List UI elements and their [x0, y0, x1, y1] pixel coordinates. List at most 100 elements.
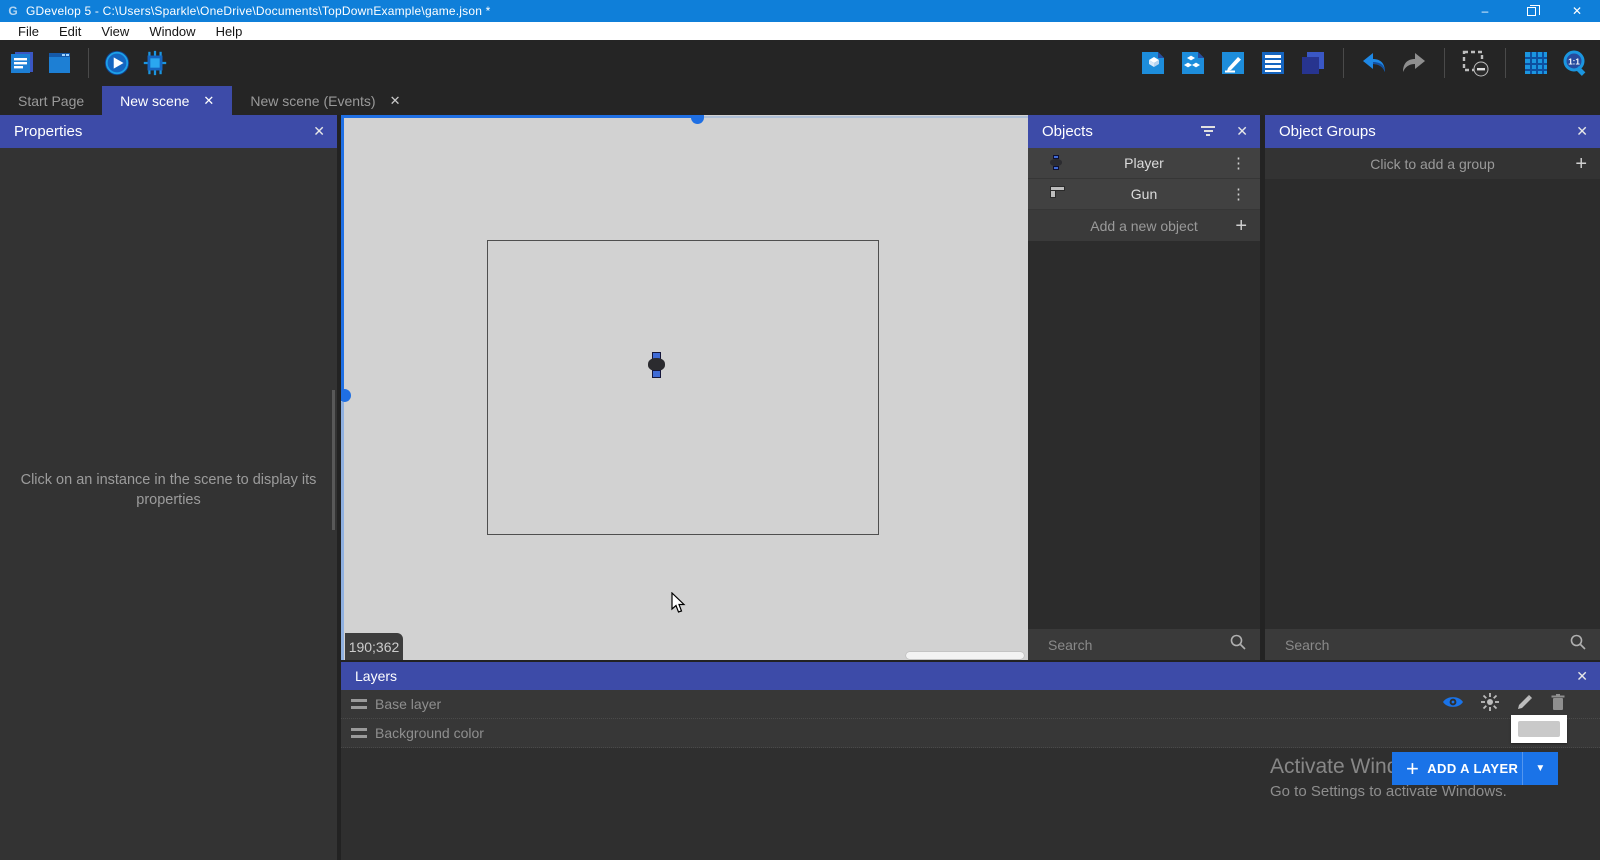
object-groups-panel: Object Groups ✕ Click to add a group + [1265, 115, 1600, 660]
start-page-icon[interactable] [46, 49, 74, 77]
background-color-swatch[interactable] [1511, 715, 1567, 743]
edit-pencil-icon[interactable] [1516, 693, 1534, 716]
layer-name: Base layer [375, 696, 441, 712]
tab-label: Start Page [18, 93, 84, 109]
vertical-scroll-thumb[interactable] [341, 389, 351, 402]
toolbar-separator [88, 48, 89, 78]
menu-edit[interactable]: Edit [49, 22, 91, 40]
scene-canvas[interactable]: 190;362 [341, 115, 1028, 660]
menu-file[interactable]: File [8, 22, 49, 40]
layer-row-base[interactable]: Base layer [341, 690, 1600, 719]
grid-icon[interactable] [1522, 49, 1550, 77]
add-object-label: Add a new object [1090, 218, 1197, 234]
plus-icon: + [1235, 216, 1247, 236]
restore-button[interactable] [1508, 0, 1554, 22]
objects-panel: Objects ✕ Player ⋮ Gun ⋮ Add a new objec… [1028, 115, 1260, 660]
zoom-1-1-icon[interactable]: 1:1 [1562, 49, 1590, 77]
layer-effects-icon[interactable] [1480, 692, 1500, 717]
cursor-coordinates: 190;362 [345, 633, 403, 660]
watermark-line2: Go to Settings to activate Windows. [1270, 783, 1507, 800]
layers-panel: Layers ✕ Base layer [341, 662, 1600, 860]
canvas-bottom-scrollbar[interactable] [906, 652, 1024, 659]
horizontal-scroll-track[interactable] [341, 115, 697, 118]
close-icon[interactable]: ✕ [1576, 662, 1588, 690]
scrollbar[interactable] [332, 390, 335, 530]
search-icon [1230, 634, 1246, 655]
objects-search-row [1028, 629, 1260, 660]
groups-search-input[interactable] [1265, 637, 1570, 653]
search-icon [1570, 634, 1586, 655]
panel-title: Object Groups [1279, 123, 1376, 140]
tab-bar: Start Page New scene ✕ New scene (Events… [0, 86, 1600, 115]
toolbar-separator [1505, 48, 1506, 78]
delete-trash-icon[interactable] [1550, 693, 1566, 716]
minimize-button[interactable]: – [1462, 0, 1508, 22]
plus-icon: + [1406, 758, 1419, 780]
tab-label: New scene [120, 93, 189, 109]
vertical-scroll-track-light[interactable] [341, 402, 344, 660]
panel-title: Objects [1042, 123, 1093, 140]
play-icon[interactable] [103, 49, 131, 77]
undo-icon[interactable] [1360, 49, 1388, 77]
kebab-menu-icon[interactable]: ⋮ [1231, 185, 1246, 203]
close-icon[interactable]: ✕ [1236, 115, 1248, 148]
player-thumbnail-icon [1050, 155, 1066, 171]
player-instance[interactable] [648, 352, 665, 379]
toolbar-separator [1444, 48, 1445, 78]
window-title: GDevelop 5 - C:\Users\Sparkle\OneDrive\D… [26, 4, 491, 18]
vertical-scroll-track[interactable] [341, 115, 344, 396]
objects-panel-icon[interactable] [1139, 49, 1167, 77]
groups-search-row [1265, 629, 1600, 660]
object-row-gun[interactable]: Gun ⋮ [1028, 179, 1260, 210]
add-layer-label: ADD A LAYER [1427, 761, 1518, 776]
objects-search-input[interactable] [1028, 637, 1230, 653]
drag-handle-icon[interactable] [351, 699, 367, 709]
scene-window-bounds [487, 240, 879, 535]
menu-bar: File Edit View Window Help [0, 22, 1600, 40]
redo-icon[interactable] [1400, 49, 1428, 77]
add-new-object-button[interactable]: Add a new object + [1028, 210, 1260, 241]
plus-icon: + [1575, 154, 1587, 174]
mouse-cursor-icon [671, 592, 687, 619]
tab-new-scene-events[interactable]: New scene (Events) ✕ [232, 86, 418, 115]
properties-panel-icon[interactable] [1219, 49, 1247, 77]
gdevelop-logo-icon: G [6, 4, 20, 18]
drag-handle-icon[interactable] [351, 728, 367, 738]
object-row-player[interactable]: Player ⋮ [1028, 148, 1260, 179]
menu-window[interactable]: Window [139, 22, 205, 40]
kebab-menu-icon[interactable]: ⋮ [1231, 154, 1246, 172]
menu-help[interactable]: Help [206, 22, 253, 40]
close-icon[interactable]: ✕ [313, 115, 325, 148]
close-icon[interactable]: ✕ [203, 93, 214, 109]
menu-view[interactable]: View [91, 22, 139, 40]
chevron-down-icon[interactable]: ▼ [1522, 752, 1558, 785]
instances-list-icon[interactable] [1299, 49, 1327, 77]
debug-icon[interactable] [141, 49, 169, 77]
close-icon[interactable]: ✕ [1576, 115, 1588, 148]
close-button[interactable]: ✕ [1554, 0, 1600, 22]
tab-new-scene[interactable]: New scene ✕ [102, 86, 232, 115]
layer-row-background-color[interactable]: Background color [341, 719, 1600, 748]
panel-title: Properties [14, 123, 82, 140]
horizontal-scroll-track-light[interactable] [703, 116, 1028, 118]
object-groups-icon[interactable] [1179, 49, 1207, 77]
title-bar: G GDevelop 5 - C:\Users\Sparkle\OneDrive… [0, 0, 1600, 22]
filter-icon[interactable] [1200, 126, 1216, 138]
object-name: Player [1124, 155, 1164, 171]
add-layer-button[interactable]: + ADD A LAYER ▼ [1392, 752, 1558, 785]
deselect-icon[interactable] [1461, 49, 1489, 77]
gun-thumbnail-icon [1050, 186, 1066, 202]
objects-header: Objects ✕ [1028, 115, 1260, 148]
properties-empty-message: Click on an instance in the scene to dis… [20, 470, 317, 510]
properties-header: Properties ✕ [0, 115, 337, 148]
add-group-label: Click to add a group [1370, 156, 1495, 172]
tab-start-page[interactable]: Start Page [0, 86, 102, 115]
project-manager-icon[interactable] [8, 49, 36, 77]
panel-title: Layers [355, 668, 397, 684]
visibility-eye-icon[interactable] [1442, 694, 1464, 715]
horizontal-scroll-thumb[interactable] [691, 115, 704, 124]
close-icon[interactable]: ✕ [390, 93, 401, 109]
layers-list-icon[interactable] [1259, 49, 1287, 77]
object-groups-header: Object Groups ✕ [1265, 115, 1600, 148]
add-group-button[interactable]: Click to add a group + [1265, 148, 1600, 179]
